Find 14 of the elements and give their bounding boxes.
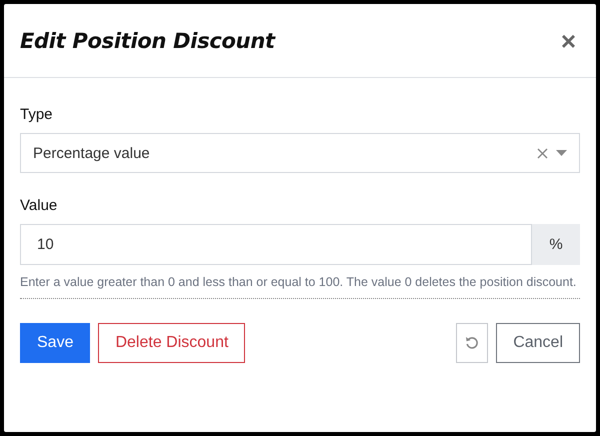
dialog-title: Edit Position Discount	[20, 28, 275, 52]
clear-icon	[537, 148, 548, 158]
type-select[interactable]: Percentage value	[20, 133, 580, 173]
dropdown-caret-icon[interactable]	[556, 150, 567, 156]
select-value: Percentage value	[33, 144, 151, 162]
cancel-button[interactable]: Cancel	[496, 323, 580, 363]
close-button[interactable]: ×	[556, 28, 580, 54]
save-button[interactable]: Save	[20, 323, 90, 363]
unit-label: %	[531, 224, 580, 265]
field-label: Value	[20, 197, 58, 214]
delete-button[interactable]: Delete Discount	[98, 323, 246, 363]
field-label: Type	[20, 106, 54, 123]
undo-icon	[465, 336, 480, 350]
help-text: Enter a value greater than 0 and less than or equal to 100. The value 0 deletes the position discount.	[20, 274, 578, 291]
